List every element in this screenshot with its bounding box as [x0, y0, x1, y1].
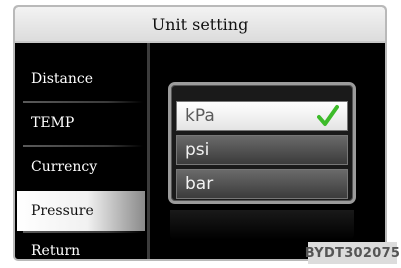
menu-item-distance[interactable]: Distance — [17, 59, 145, 99]
menu-item-pressure[interactable]: Pressure — [17, 191, 145, 231]
option-kpa[interactable]: kPa — [176, 101, 348, 131]
watermark-code: BYDT302075 — [305, 242, 400, 264]
picker-reflection — [170, 210, 354, 240]
menu-item-return[interactable]: Return — [17, 231, 145, 259]
menu-item-temp[interactable]: TEMP — [17, 103, 145, 143]
option-bar[interactable]: bar — [176, 169, 348, 199]
menu-item-currency[interactable]: Currency — [17, 147, 145, 187]
check-icon — [317, 105, 339, 126]
option-label: kPa — [185, 106, 215, 126]
option-psi[interactable]: psi — [176, 135, 348, 165]
pressure-unit-picker: kPa psi bar — [168, 82, 356, 204]
page-title: Unit setting — [15, 7, 385, 43]
menu-separator — [147, 43, 150, 259]
side-menu: Distance TEMP Currency Pressure Return — [15, 43, 147, 259]
